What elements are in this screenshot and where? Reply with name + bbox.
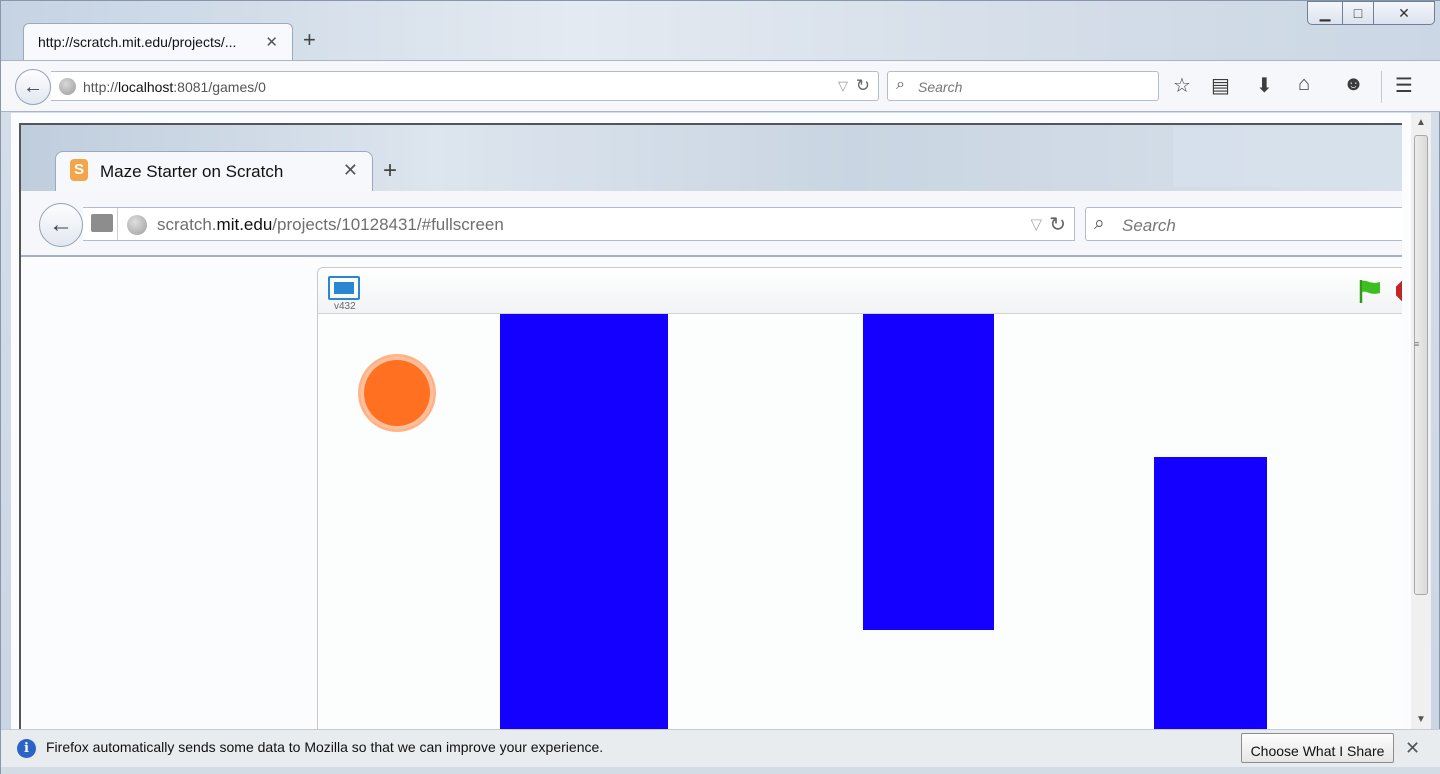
browser-window: ▁ □ ✕ http://scratch.mit.edu/projects/..… xyxy=(0,0,1440,774)
fullscreen-icon[interactable] xyxy=(328,276,360,302)
window-bottom-edge xyxy=(1,767,1440,774)
info-icon: i xyxy=(17,739,36,758)
inner-url-pre: scratch. xyxy=(157,215,217,234)
menu-icon[interactable]: ☰ xyxy=(1395,73,1413,98)
inner-navigation-toolbar: ← scratch.mit.edu/projects/10128431/#ful… xyxy=(21,191,1402,257)
maze-wall-1 xyxy=(500,314,668,729)
history-dropdown-icon[interactable]: ▽ xyxy=(1030,215,1042,233)
chat-icon[interactable]: ☻ xyxy=(1343,73,1364,96)
scroll-up-icon[interactable]: ▲ xyxy=(1416,117,1426,128)
back-arrow-icon: ← xyxy=(23,75,43,98)
inner-back-button[interactable]: ← xyxy=(39,203,83,247)
embedded-screenshot: S Maze Starter on Scratch ✕ + ← scratch.… xyxy=(19,123,1402,729)
globe-icon xyxy=(127,215,147,235)
inner-new-tab-button[interactable]: + xyxy=(383,157,397,185)
url-divider xyxy=(117,208,118,240)
reload-icon[interactable]: ↻ xyxy=(856,76,870,96)
scroll-grip-icon: ≡ xyxy=(1414,339,1420,349)
notification-message: Firefox automatically sends some data to… xyxy=(46,739,604,755)
inner-search-input[interactable]: ⌕ Search xyxy=(1085,207,1402,241)
download-icon[interactable]: ⬇ xyxy=(1256,73,1273,98)
back-arrow-icon: ← xyxy=(49,211,73,238)
scratch-favicon: S xyxy=(70,159,88,181)
tab-title: http://scratch.mit.edu/projects/... xyxy=(38,34,237,50)
search-placeholder: Search xyxy=(918,79,963,95)
game-stage[interactable] xyxy=(318,314,1402,729)
scroll-down-icon[interactable]: ▼ xyxy=(1416,714,1426,725)
toolbar-separator xyxy=(1381,71,1382,103)
inner-close-tab-icon[interactable]: ✕ xyxy=(343,160,358,181)
tab-scratch-project[interactable]: http://scratch.mit.edu/projects/... ✕ xyxy=(23,23,293,61)
green-flag-icon[interactable] xyxy=(1356,278,1382,304)
search-icon: ⌕ xyxy=(896,76,905,93)
maximize-button[interactable]: □ xyxy=(1342,1,1374,25)
url-rest: :8081/games/0 xyxy=(173,79,266,95)
inner-url-rest: /projects/10128431/#fullscreen xyxy=(272,215,504,234)
globe-icon xyxy=(59,78,76,95)
inner-url-bar[interactable]: scratch.mit.edu/projects/10128431/#fulls… xyxy=(83,207,1075,241)
inner-tab-title: Maze Starter on Scratch xyxy=(100,162,284,181)
inner-url-host: mit.edu xyxy=(216,215,273,234)
minimize-button[interactable]: ▁ xyxy=(1307,1,1343,25)
search-icon: ⌕ xyxy=(1094,213,1105,234)
bookmarks-icon[interactable] xyxy=(91,214,113,232)
notification-bar: i Firefox automatically sends some data … xyxy=(1,729,1440,767)
star-icon[interactable]: ☆ xyxy=(1173,73,1191,98)
reading-list-icon[interactable]: ▤ xyxy=(1211,73,1230,98)
fullscreen-fill xyxy=(334,282,354,294)
vertical-scrollbar[interactable]: ▲ ≡ ▼ xyxy=(1411,113,1431,729)
url-bar[interactable]: http://localhost:8081/games/0 ▽ ↻ xyxy=(51,71,879,101)
scroll-thumb[interactable] xyxy=(1414,135,1428,595)
url-host: localhost xyxy=(118,79,174,95)
history-dropdown-icon[interactable]: ▽ xyxy=(838,78,848,94)
home-icon[interactable]: ⌂ xyxy=(1298,73,1310,96)
close-tab-icon[interactable]: ✕ xyxy=(265,33,278,51)
player-ball-sprite[interactable] xyxy=(358,354,436,432)
scratch-player: v432 xyxy=(317,267,1402,729)
version-label: v432 xyxy=(334,301,356,312)
maze-wall-2 xyxy=(863,314,994,630)
maze-wall-3 xyxy=(1154,457,1267,729)
reload-icon[interactable]: ↻ xyxy=(1049,212,1066,237)
choose-what-i-share-button[interactable]: Choose What I Share xyxy=(1241,733,1394,763)
new-tab-button[interactable]: + xyxy=(303,27,316,53)
search-input[interactable]: ⌕ Search xyxy=(887,71,1159,101)
stop-icon[interactable] xyxy=(1396,280,1402,302)
navigation-toolbar: ← http://localhost:8081/games/0 ▽ ↻ ⌕ Se… xyxy=(1,60,1440,112)
close-icon[interactable]: ✕ xyxy=(1405,738,1420,759)
player-controls: v432 xyxy=(318,268,1402,314)
back-button[interactable]: ← xyxy=(15,69,51,105)
background-window-ghost xyxy=(1173,127,1402,187)
window-close-button[interactable]: ✕ xyxy=(1373,1,1435,25)
inner-search-placeholder: Search xyxy=(1122,216,1176,235)
url-prefix: http:// xyxy=(83,79,119,95)
inner-tab-maze-starter[interactable]: S Maze Starter on Scratch ✕ xyxy=(55,151,373,191)
